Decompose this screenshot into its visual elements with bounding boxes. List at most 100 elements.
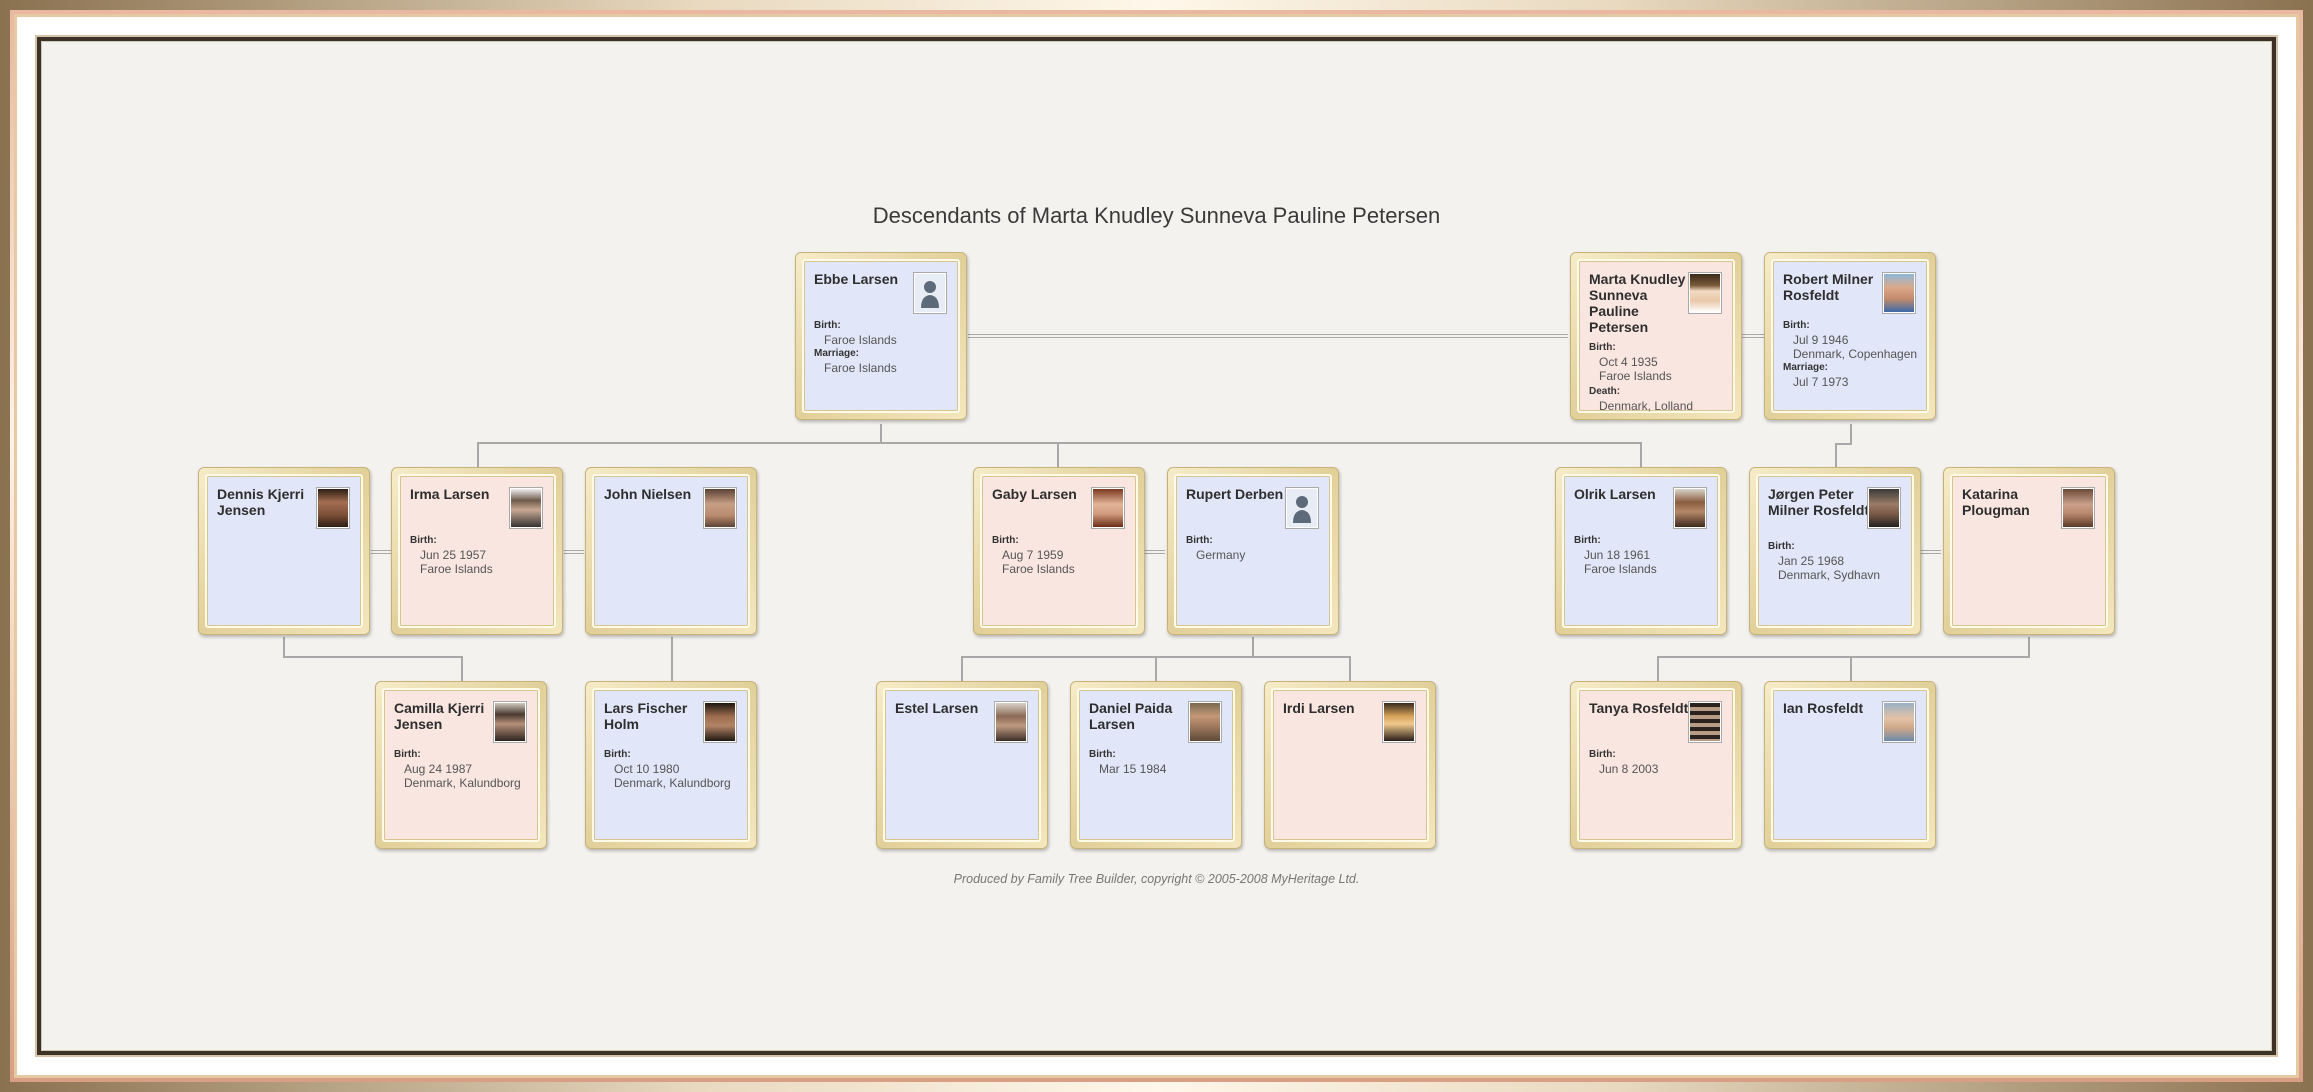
person-photo (1689, 273, 1721, 313)
person-photo (995, 702, 1027, 742)
person-name: Lars Fischer Holm (604, 700, 688, 732)
person-name: Camilla Kjerri Jensen (394, 700, 485, 732)
person-name: Tanya Rosfeldt (1589, 700, 1689, 716)
person-photo (1674, 488, 1706, 528)
connector (283, 637, 285, 657)
birth-place: Faroe Islands (1002, 562, 1075, 576)
connector (961, 656, 963, 682)
spouse-line (1921, 550, 1941, 554)
person-card-irma[interactable]: Irma Larsen Birth: Jun 25 1957 Faroe Isl… (391, 467, 563, 635)
spouse-line (564, 550, 584, 554)
person-card-camilla[interactable]: Camilla Kjerri Jensen Birth: Aug 24 1987… (375, 681, 547, 849)
person-card-estel[interactable]: Estel Larsen (876, 681, 1048, 849)
person-card-irdi[interactable]: Irdi Larsen (1264, 681, 1436, 849)
birth-date: Jun 8 2003 (1599, 762, 1659, 776)
person-name: Irdi Larsen (1283, 700, 1355, 716)
birth-date: Oct 10 1980 (614, 762, 680, 776)
person-photo (510, 488, 542, 528)
connector (477, 442, 1641, 444)
person-card-gaby[interactable]: Gaby Larsen Birth: Aug 7 1959 Faroe Isla… (973, 467, 1145, 635)
person-name: Olrik Larsen (1574, 486, 1656, 502)
birth-place: Faroe Islands (1599, 369, 1672, 383)
birth-place: Faroe Islands (420, 562, 493, 576)
connector (1155, 656, 1157, 682)
person-photo (1092, 488, 1124, 528)
copyright-footer: Produced by Family Tree Builder, copyrig… (953, 872, 1360, 886)
person-photo (1689, 702, 1721, 742)
person-photo (1868, 488, 1900, 528)
person-name: Rupert Derben (1186, 486, 1284, 502)
person-photo (2062, 488, 2094, 528)
connector (1850, 656, 1852, 682)
person-photo (317, 488, 349, 528)
birth-label: Birth: (1574, 535, 1601, 546)
person-card-john[interactable]: John Nielsen (585, 467, 757, 635)
connector (1657, 656, 1659, 682)
person-card-ebbe[interactable]: Ebbe Larsen Birth: Faroe Islands Marriag… (795, 252, 967, 420)
birth-label: Birth: (410, 535, 437, 546)
person-card-robert[interactable]: Robert Milner Rosfeldt Birth: Jul 9 1946… (1764, 252, 1936, 420)
marriage-label: Marriage: (814, 348, 860, 359)
birth-date: Aug 7 1959 (1002, 548, 1064, 562)
chart-canvas (37, 37, 2276, 1055)
person-card-katarina[interactable]: Katarina Plougman (1943, 467, 2115, 635)
birth-place: Denmark, Kalundborg (404, 776, 521, 790)
person-card-tanya[interactable]: Tanya Rosfeldt Birth: Jun 8 2003 (1570, 681, 1742, 849)
connector (1349, 656, 1351, 682)
spouse-line (1145, 550, 1165, 554)
connector (283, 656, 463, 658)
person-card-lars[interactable]: Lars Fischer Holm Birth: Oct 10 1980 Den… (585, 681, 757, 849)
connector (1057, 442, 1059, 468)
birth-place: Germany (1196, 548, 1246, 562)
connector (880, 424, 882, 442)
person-card-dennis[interactable]: Dennis Kjerri Jensen (198, 467, 370, 635)
person-photo (1883, 702, 1915, 742)
person-photo (494, 702, 526, 742)
connector (1835, 443, 1852, 445)
person-name: Dennis Kjerri Jensen (217, 486, 305, 518)
person-card-olrik[interactable]: Olrik Larsen Birth: Jun 18 1961 Faroe Is… (1555, 467, 1727, 635)
birth-date: Mar 15 1984 (1099, 762, 1167, 776)
spouse-line (371, 550, 391, 554)
person-photo (1883, 273, 1915, 313)
birth-place: Denmark, Kalundborg (614, 776, 731, 790)
death-place: Denmark, Lolland (1599, 399, 1694, 413)
birth-place: Denmark, Sydhavn (1778, 568, 1881, 582)
birth-label: Birth: (1186, 535, 1213, 546)
birth-date: Oct 4 1935 (1599, 355, 1658, 369)
person-name: Robert Milner Rosfeldt (1783, 271, 1874, 303)
connector (477, 442, 479, 468)
connector (671, 637, 673, 682)
person-card-ian[interactable]: Ian Rosfeldt (1764, 681, 1936, 849)
person-card-daniel[interactable]: Daniel Paida Larsen Birth: Mar 15 1984 (1070, 681, 1242, 849)
person-name: Jørgen Peter Milner Rosfeldt (1768, 486, 1870, 518)
silhouette-icon (914, 273, 946, 313)
birth-label: Birth: (394, 749, 421, 760)
person-photo (1189, 702, 1221, 742)
birth-date: Jun 18 1961 (1584, 548, 1651, 562)
birth-place: Faroe Islands (824, 333, 897, 347)
person-name: Estel Larsen (895, 700, 979, 716)
person-name: Marta Knudley Sunneva Pauline Petersen (1589, 271, 1686, 335)
person-name: Ebbe Larsen (814, 271, 899, 287)
spouse-line (968, 334, 1568, 338)
birth-label: Birth: (604, 749, 631, 760)
person-card-marta[interactable]: Marta Knudley Sunneva Pauline Petersen B… (1570, 252, 1742, 420)
connector (461, 656, 463, 682)
marriage-date: Jul 7 1973 (1793, 375, 1849, 389)
person-photo (704, 702, 736, 742)
connector (1835, 443, 1837, 468)
birth-label: Birth: (1768, 541, 1795, 552)
death-label: Death: (1589, 386, 1621, 397)
birth-label: Birth: (1089, 749, 1116, 760)
birth-date: Jul 9 1946 (1793, 333, 1849, 347)
person-card-rupert[interactable]: Rupert Derben Birth: Germany (1167, 467, 1339, 635)
silhouette-icon (1286, 488, 1318, 528)
connector (1657, 656, 2030, 658)
connector (2028, 637, 2030, 657)
connector (1640, 442, 1642, 468)
person-name: Gaby Larsen (992, 486, 1077, 502)
person-photo (1383, 702, 1415, 742)
birth-label: Birth: (814, 320, 841, 331)
person-card-jorgen[interactable]: Jørgen Peter Milner Rosfeldt Birth: Jan … (1749, 467, 1921, 635)
